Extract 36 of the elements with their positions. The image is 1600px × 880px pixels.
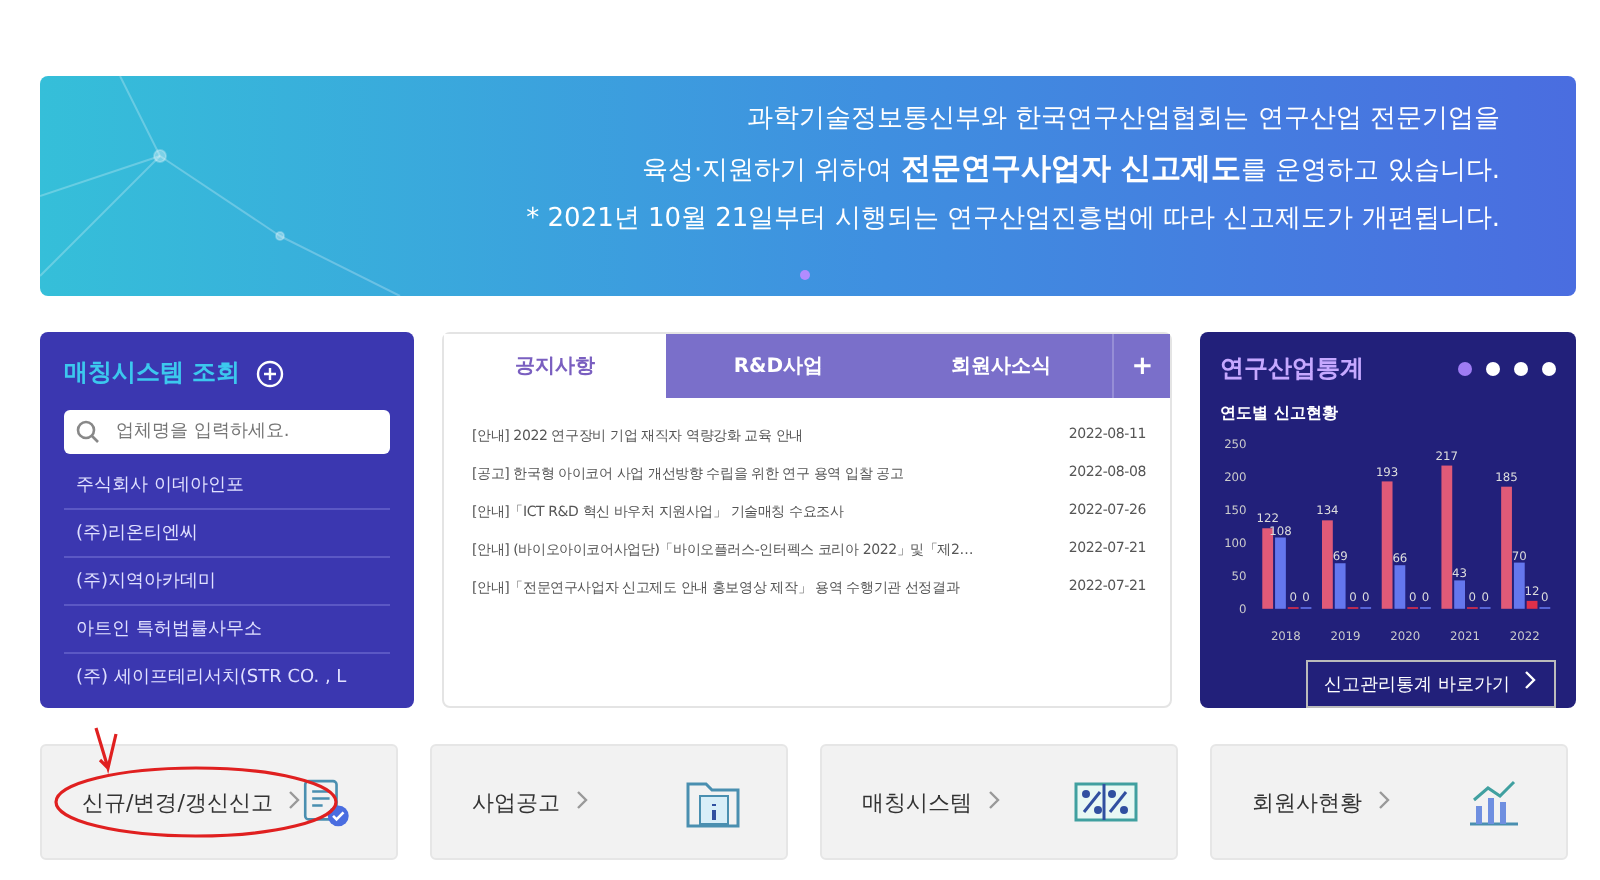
tab[interactable]: R&D사업 [666, 334, 890, 398]
menu-tile[interactable]: 매칭시스템 [820, 744, 1178, 860]
chevron-icon [1522, 670, 1538, 690]
chart-subtitle: 연도별 신고현황 [1220, 402, 1340, 424]
pager-dot[interactable] [1542, 362, 1556, 376]
company-item[interactable]: 주식회사 이데아인포 [64, 462, 390, 510]
tile-label: 사업공고 [472, 787, 588, 817]
chevron-icon [576, 789, 588, 809]
pager-dot[interactable] [1486, 362, 1500, 376]
stats-link-button[interactable]: 신고관리통계 바로가기 [1306, 660, 1556, 708]
search-field[interactable]: 업체명을 입력하세요. [64, 410, 390, 454]
company-item[interactable]: (주) 세이프테리서치(STR CO. , L [64, 654, 390, 700]
plus-icon [256, 359, 285, 387]
pager-dot[interactable] [800, 270, 810, 280]
tile-label: 매칭시스템 [862, 787, 1000, 817]
pager-dot[interactable] [1458, 362, 1472, 376]
menu-tile[interactable]: 신규/변경/갱신신고 [40, 744, 398, 860]
company-item[interactable]: (주)지역아카데미 [64, 558, 390, 606]
tile-label: 회원사현황 [1252, 787, 1390, 817]
menu-tile[interactable]: 사업공고 [430, 744, 788, 860]
search-icon [76, 420, 100, 444]
banner-text: 육성·지원하기 위하여 전문연구사업자 신고제도를 운영하고 있습니다. [641, 148, 1500, 190]
menu-tile[interactable]: 회원사현황 [1210, 744, 1568, 860]
panel-title: 연구산업통계 [1220, 352, 1364, 386]
banner-text: 과학기술정보통신부와 한국연구산업협회는 연구산업 전문기업을 [747, 102, 1500, 138]
panel-title: 매칭시스템 조회 [64, 356, 241, 390]
tab[interactable]: 회원사소식 [889, 334, 1113, 398]
company-item[interactable]: 아트인 특허법률사무소 [64, 606, 390, 654]
chevron-icon [1378, 789, 1390, 809]
more-button[interactable]: + [1112, 334, 1171, 398]
banner-text: * 2021년 10월 21일부터 시행되는 연구산업진흥법에 따라 신고제도가 개편됩니다. [526, 202, 1500, 238]
company-item[interactable]: (주)리온티엔씨 [64, 510, 390, 558]
tile-label: 신규/변경/갱신신고 [82, 787, 301, 817]
pager-dot[interactable] [1514, 362, 1528, 376]
chevron-icon [288, 789, 301, 809]
chevron-icon [988, 789, 1000, 809]
